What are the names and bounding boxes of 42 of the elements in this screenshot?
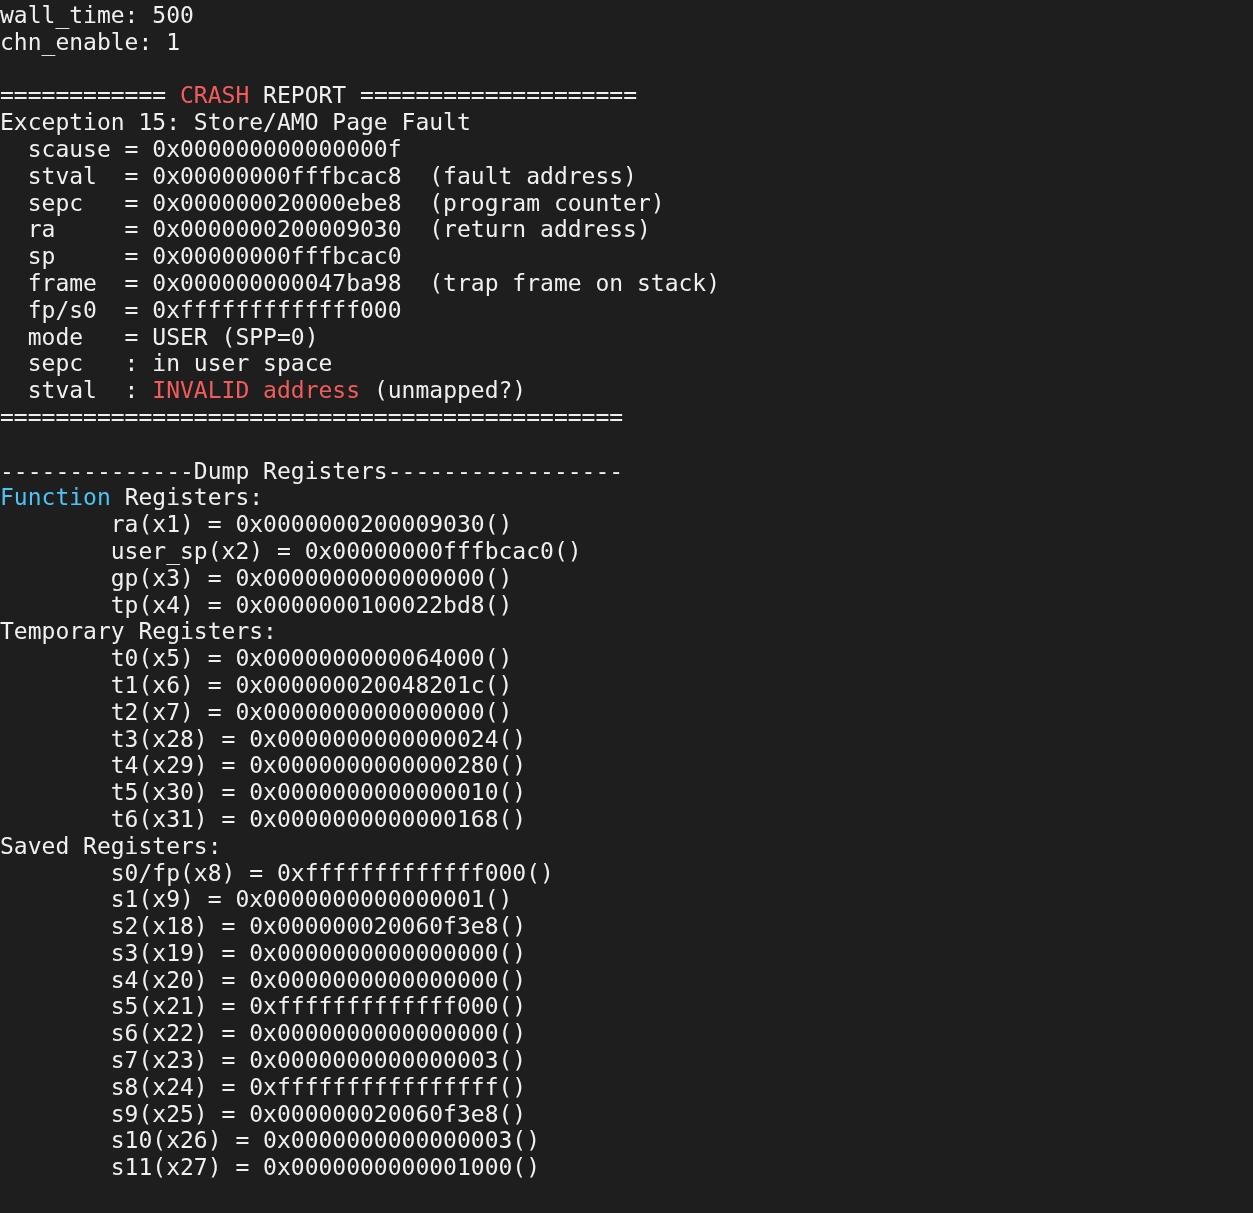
terminal-line: frame = 0x000000000047ba98 (trap frame on stack) [26, 269, 721, 297]
terminal-line: t6(x31) = 0x0000000000000168() [109, 805, 527, 833]
terminal-line: sepc : in user space [26, 350, 333, 378]
terminal-line: gp(x3) = 0x0000000000000000() [109, 564, 513, 592]
terminal-line: s4(x20) = 0x0000000000000000() [109, 966, 527, 994]
terminal-line: chn_enable: 1 [0, 28, 180, 56]
terminal-line: Saved Registers: [0, 832, 222, 860]
terminal-line: ============================================= [0, 403, 624, 431]
terminal-line: s3(x19) = 0x0000000000000000() [109, 939, 527, 967]
terminal-line: s1(x9) = 0x0000000000000001() [109, 886, 513, 914]
terminal-line: Function Registers: [0, 484, 264, 512]
terminal-line: wall_time: 500 [0, 2, 194, 29]
terminal-line: Exception 15: Store/AMO Page Fault [0, 109, 471, 136]
terminal-line: ============ CRASH REPORT ==================== [0, 82, 637, 110]
terminal-line: user_sp(x2) = 0x00000000fffbcac0() [109, 537, 582, 565]
terminal-line: stval = 0x00000000fffbcac8 (fault address) [26, 162, 637, 190]
terminal-line: ra(x1) = 0x0000000200009030() [109, 511, 513, 538]
terminal-line: t0(x5) = 0x0000000000064000() [109, 645, 513, 672]
terminal-line: t3(x28) = 0x0000000000000024() [109, 725, 527, 753]
terminal-line: s11(x27) = 0x0000000000001000() [109, 1154, 541, 1182]
terminal-line: scause = 0x000000000000000f [26, 136, 402, 163]
terminal-line: sp = 0x00000000fffbcac0 [26, 243, 402, 270]
terminal-line: ra = 0x0000000200009030 (return address) [26, 216, 651, 244]
terminal-line: Temporary Registers: [0, 618, 277, 646]
terminal-line: s7(x23) = 0x0000000000000003() [109, 1047, 527, 1074]
terminal-line: t4(x29) = 0x0000000000000280() [109, 752, 527, 780]
terminal-line: t2(x7) = 0x0000000000000000() [109, 698, 513, 726]
terminal-line: tp(x4) = 0x0000000100022bd8() [109, 591, 513, 619]
terminal-line: fp/s0 = 0xfffffffffffff000 [26, 296, 402, 324]
terminal-line: mode = USER (SPP=0) [26, 323, 319, 351]
terminal-line: s6(x22) = 0x0000000000000000() [109, 1020, 527, 1048]
terminal-line: s9(x25) = 0x000000020060f3e8() [109, 1100, 527, 1128]
terminal-line: s0/fp(x8) = 0xfffffffffffff000() [109, 859, 554, 887]
terminal-line: stval : INVALID address (unmapped?) [26, 377, 527, 404]
terminal-line: --------------Dump Registers----------------- [0, 457, 624, 485]
terminal-line: t1(x6) = 0x000000020048201c() [109, 671, 513, 699]
terminal-line: s2(x18) = 0x000000020060f3e8() [109, 913, 527, 940]
terminal-line: s8(x24) = 0xffffffffffffffff() [109, 1073, 527, 1101]
terminal-line: s5(x21) = 0xfffffffffffff000() [109, 993, 527, 1021]
terminal-line: sepc = 0x000000020000ebe8 (program counter) [26, 189, 665, 217]
terminal-line: t5(x30) = 0x0000000000000010() [109, 779, 527, 806]
terminal-line: s10(x26) = 0x0000000000000003() [109, 1127, 541, 1155]
